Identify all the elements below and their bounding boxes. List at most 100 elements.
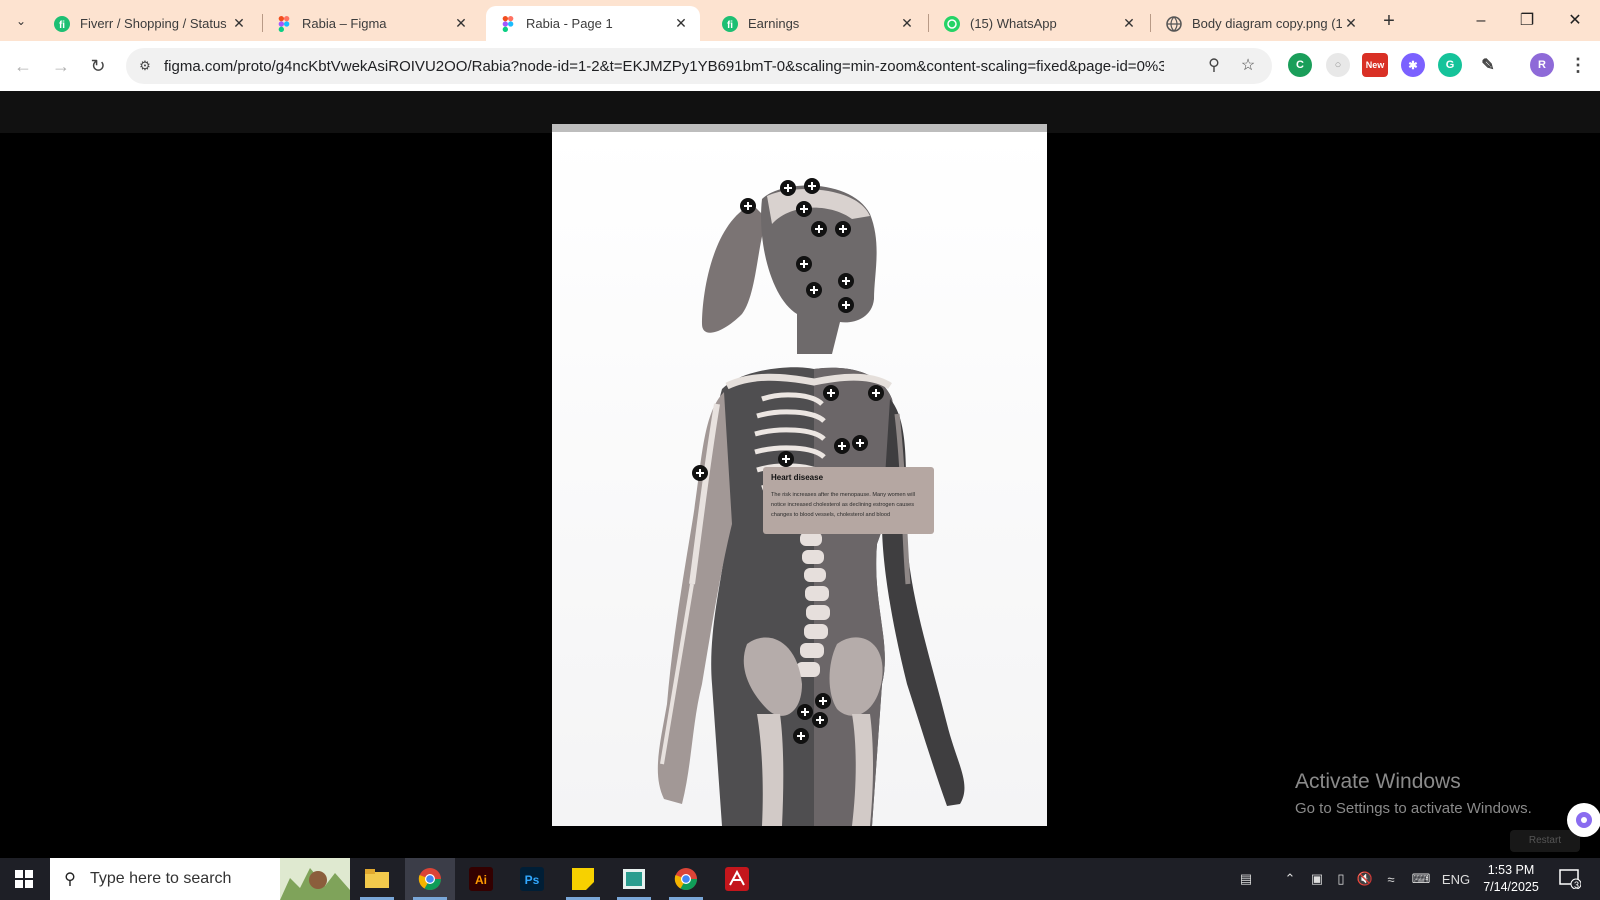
extension-icon-1[interactable]: C — [1288, 53, 1312, 77]
extension-icon-3[interactable]: ✱ — [1401, 53, 1425, 77]
svg-text:fi: fi — [59, 20, 65, 31]
tab-title: Fiverr / Shopping / Status c — [80, 16, 230, 31]
hotspot-plus-button[interactable] — [740, 198, 756, 214]
hotspot-plus-button[interactable] — [835, 221, 851, 237]
minimize-button[interactable]: – — [1458, 6, 1504, 36]
volume-muted-icon[interactable]: 🔇 — [1353, 858, 1377, 900]
hotspot-plus-button[interactable] — [868, 385, 884, 401]
taskbar-clock[interactable]: 1:53 PM 7/14/2025 — [1476, 862, 1546, 896]
watermark-title: Activate Windows — [1295, 770, 1461, 793]
close-icon[interactable]: ✕ — [230, 15, 248, 32]
hotspot-plus-button[interactable] — [834, 438, 850, 454]
zoom-icon[interactable]: ⚲ — [1204, 56, 1224, 76]
tab-body-diagram[interactable]: Body diagram copy.png (1 ✕ — [1152, 6, 1370, 41]
hotspot-plus-button[interactable] — [804, 178, 820, 194]
hotspot-plus-button[interactable] — [780, 180, 796, 196]
plus-icon — [842, 277, 850, 285]
tooltip-title: Heart disease — [771, 473, 824, 482]
close-icon[interactable]: ✕ — [1342, 15, 1360, 32]
back-button[interactable]: ← — [10, 53, 36, 79]
hotspot-plus-button[interactable] — [823, 385, 839, 401]
fiverr-icon: fi — [54, 15, 70, 32]
url-text[interactable]: figma.com/proto/g4ncKbtVwekAsiROIVU2OO/R… — [164, 58, 1164, 75]
plus-icon — [816, 716, 824, 724]
plus-icon — [819, 697, 827, 705]
activate-windows-watermark: Activate Windows Go to Settings to activ… — [1295, 770, 1532, 817]
tab-rabia-figma[interactable]: Rabia – Figma ✕ — [262, 6, 480, 41]
restore-button[interactable]: ❐ — [1504, 6, 1550, 36]
hotspot-plus-button[interactable] — [692, 465, 708, 481]
extensions-puzzle-icon[interactable]: ✎ — [1476, 53, 1500, 77]
figma-icon — [276, 15, 292, 32]
grammarly-icon[interactable]: G — [1438, 53, 1462, 77]
hotspot-plus-button[interactable] — [797, 704, 813, 720]
tab-strip: ⌄ fi Fiverr / Shopping / Status c ✕ Rabi… — [0, 0, 1600, 41]
extension-icon-2[interactable]: ○ — [1326, 53, 1350, 77]
show-hidden-icons-icon[interactable]: ⌃ — [1278, 858, 1302, 900]
site-info-icon[interactable]: ⚙ — [136, 57, 154, 75]
hotspot-plus-button[interactable] — [796, 201, 812, 217]
tab-fiverr-shopping[interactable]: fi Fiverr / Shopping / Status c ✕ — [40, 6, 258, 41]
photoshop-icon[interactable]: Ps — [507, 858, 557, 900]
image-viewer-icon[interactable] — [609, 858, 659, 900]
plus-icon — [800, 260, 808, 268]
hotspot-plus-button[interactable] — [838, 273, 854, 289]
close-icon[interactable]: ✕ — [1120, 15, 1138, 32]
hotspot-plus-button[interactable] — [796, 256, 812, 272]
extension-new-badge[interactable]: New — [1362, 53, 1388, 77]
meet-icon[interactable]: ▣ — [1305, 858, 1329, 900]
reload-button[interactable]: ↻ — [85, 53, 111, 79]
clock-date: 7/14/2025 — [1483, 880, 1539, 894]
hotspot-plus-button[interactable] — [806, 282, 822, 298]
chrome-taskbar-icon[interactable] — [405, 858, 455, 900]
battery-icon[interactable]: ▯ — [1329, 858, 1353, 900]
close-icon[interactable]: ✕ — [672, 15, 690, 32]
tab-whatsapp[interactable]: (15) WhatsApp ✕ — [930, 6, 1148, 41]
chrome-profile-icon[interactable] — [661, 858, 711, 900]
tab-title: Rabia - Page 1 — [526, 16, 613, 31]
assistant-fab-icon[interactable] — [1567, 803, 1600, 837]
close-icon[interactable]: ✕ — [898, 15, 916, 32]
close-window-button[interactable]: ✕ — [1552, 6, 1598, 36]
plus-icon — [872, 389, 880, 397]
address-bar[interactable]: ⚙ figma.com/proto/g4ncKbtVwekAsiROIVU2OO… — [126, 48, 1272, 84]
hotspot-plus-button[interactable] — [811, 221, 827, 237]
restart-button[interactable]: Restart — [1510, 830, 1580, 852]
close-icon[interactable]: ✕ — [452, 15, 470, 32]
hotspot-plus-button[interactable] — [778, 451, 794, 467]
hotspot-plus-button[interactable] — [852, 435, 868, 451]
tab-rabia-page-1[interactable]: Rabia - Page 1 ✕ — [486, 6, 700, 41]
notifications-icon[interactable]: 3 — [1552, 858, 1588, 900]
plus-icon — [744, 202, 752, 210]
hotspot-plus-button[interactable] — [815, 693, 831, 709]
plus-icon — [696, 469, 704, 477]
plus-icon — [808, 182, 816, 190]
hotspot-plus-button[interactable] — [838, 297, 854, 313]
plus-icon — [842, 301, 850, 309]
news-widget-icon[interactable]: ▤ — [1228, 858, 1264, 900]
keyboard-icon[interactable]: ⌨ — [1407, 858, 1435, 900]
file-explorer-icon[interactable] — [352, 858, 402, 900]
hotspot-plus-button[interactable] — [812, 712, 828, 728]
tab-search-button[interactable]: ⌄ — [8, 9, 34, 33]
tab-title: (15) WhatsApp — [970, 16, 1057, 31]
forward-button[interactable]: → — [48, 53, 74, 79]
tab-title: Body diagram copy.png (1 — [1192, 16, 1342, 31]
wifi-icon[interactable]: ≈ — [1378, 858, 1404, 900]
illustrator-icon[interactable]: Ai — [456, 858, 506, 900]
hotspot-plus-button[interactable] — [793, 728, 809, 744]
profile-avatar[interactable]: R — [1530, 53, 1554, 77]
acrobat-icon[interactable] — [712, 858, 762, 900]
bookmark-star-icon[interactable]: ☆ — [1238, 56, 1258, 76]
taskbar-search-box[interactable]: ⚲ Type here to search — [50, 858, 350, 900]
new-tab-button[interactable]: + — [1376, 8, 1402, 34]
tab-earnings[interactable]: fi Earnings ✕ — [708, 6, 926, 41]
tooltip-body: The risk increases after the menopause. … — [771, 492, 915, 518]
svg-text:Ps: Ps — [525, 873, 540, 887]
start-button[interactable] — [0, 858, 48, 900]
svg-text:Ai: Ai — [475, 873, 487, 887]
sticky-notes-icon[interactable] — [558, 858, 608, 900]
menu-kebab-icon[interactable]: ⋮ — [1566, 53, 1590, 77]
info-tooltip: Heart disease The risk increases after t… — [763, 467, 934, 534]
language-indicator[interactable]: ENG — [1440, 858, 1472, 900]
